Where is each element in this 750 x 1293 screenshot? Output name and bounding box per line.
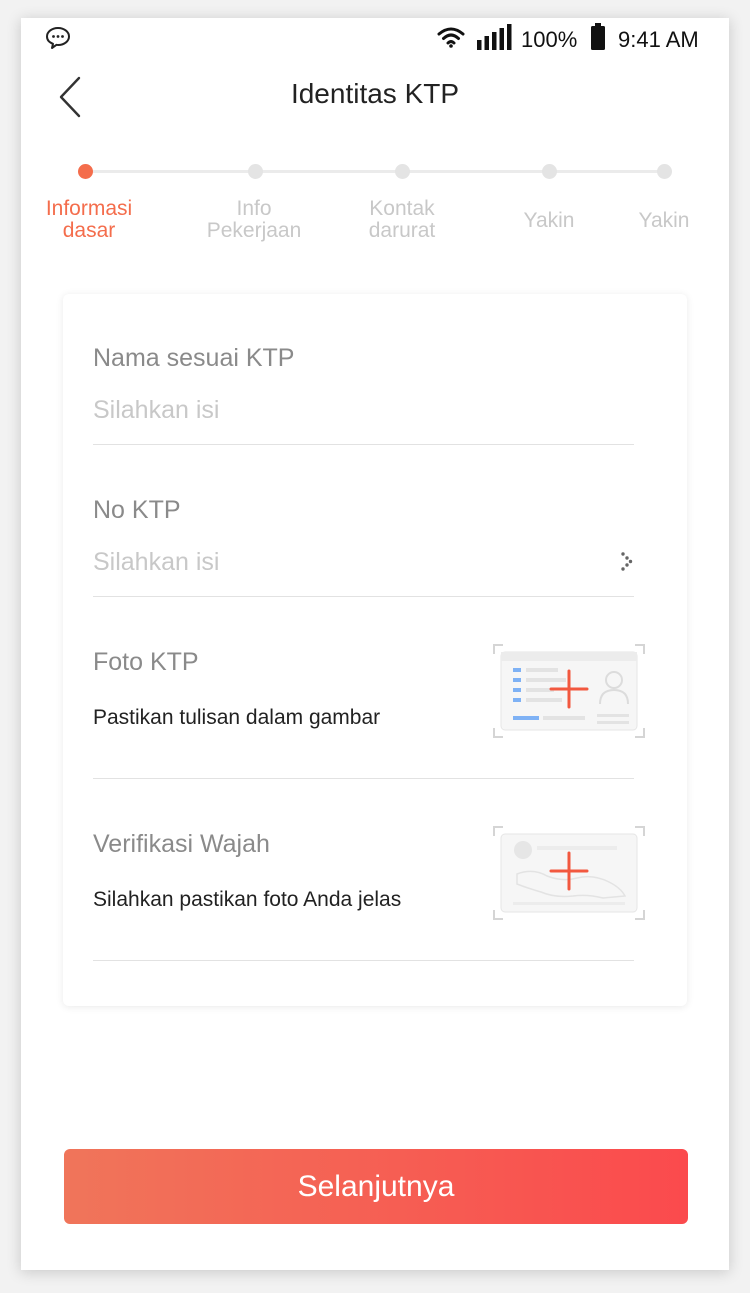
chevron-right-dots-icon[interactable]: [619, 550, 635, 572]
step-dot-5: [657, 164, 672, 179]
identity-form-card: Nama sesuai KTP No KTP Foto KTP Pastikan…: [63, 294, 687, 1006]
step-label-2: Info Pekerjaan: [206, 197, 302, 242]
signal-icon: [477, 24, 512, 50]
next-button[interactable]: Selanjutnya: [64, 1149, 688, 1224]
divider: [93, 444, 634, 445]
ktp-card-upload-icon[interactable]: [493, 644, 645, 738]
progress-stepper: Informasi dasar Info Pekerjaan Kontak da…: [21, 158, 729, 258]
name-input[interactable]: [93, 390, 633, 430]
ktp-number-label: No KTP: [93, 496, 181, 524]
divider: [93, 778, 634, 779]
name-label: Nama sesuai KTP: [93, 344, 295, 372]
ktp-photo-hint: Pastikan tulisan dalam gambar: [93, 706, 381, 729]
stepper-line: [85, 170, 665, 173]
chat-bubble-icon: [46, 27, 70, 49]
step-dot-1: [78, 164, 93, 179]
face-verification-hint: Silahkan pastikan foto Anda jelas: [93, 888, 402, 911]
wifi-icon: [437, 27, 465, 48]
step-dot-2: [248, 164, 263, 179]
divider: [93, 596, 634, 597]
ktp-photo-label: Foto KTP: [93, 648, 199, 676]
step-label-5: Yakin: [638, 209, 690, 232]
clock: 9:41 AM: [618, 27, 699, 52]
battery-percentage: 100%: [521, 27, 578, 52]
divider: [93, 960, 634, 961]
step-dot-4: [542, 164, 557, 179]
status-bar: 100% 9:41 AM: [21, 18, 729, 62]
phone-screen: 100% 9:41 AM Identitas KTP Informasi das…: [21, 18, 729, 1270]
face-photo-upload-icon[interactable]: [493, 826, 645, 920]
step-label-4: Yakin: [523, 209, 575, 232]
step-dot-3: [395, 164, 410, 179]
page-title: Identitas KTP: [290, 78, 460, 109]
step-label-1: Informasi dasar: [45, 197, 133, 242]
app-header: Identitas KTP: [21, 62, 729, 132]
step-label-3: Kontak darurat: [368, 197, 436, 242]
face-verification-label: Verifikasi Wajah: [93, 830, 270, 858]
battery-icon: [591, 23, 605, 50]
ktp-number-input[interactable]: [93, 542, 593, 582]
